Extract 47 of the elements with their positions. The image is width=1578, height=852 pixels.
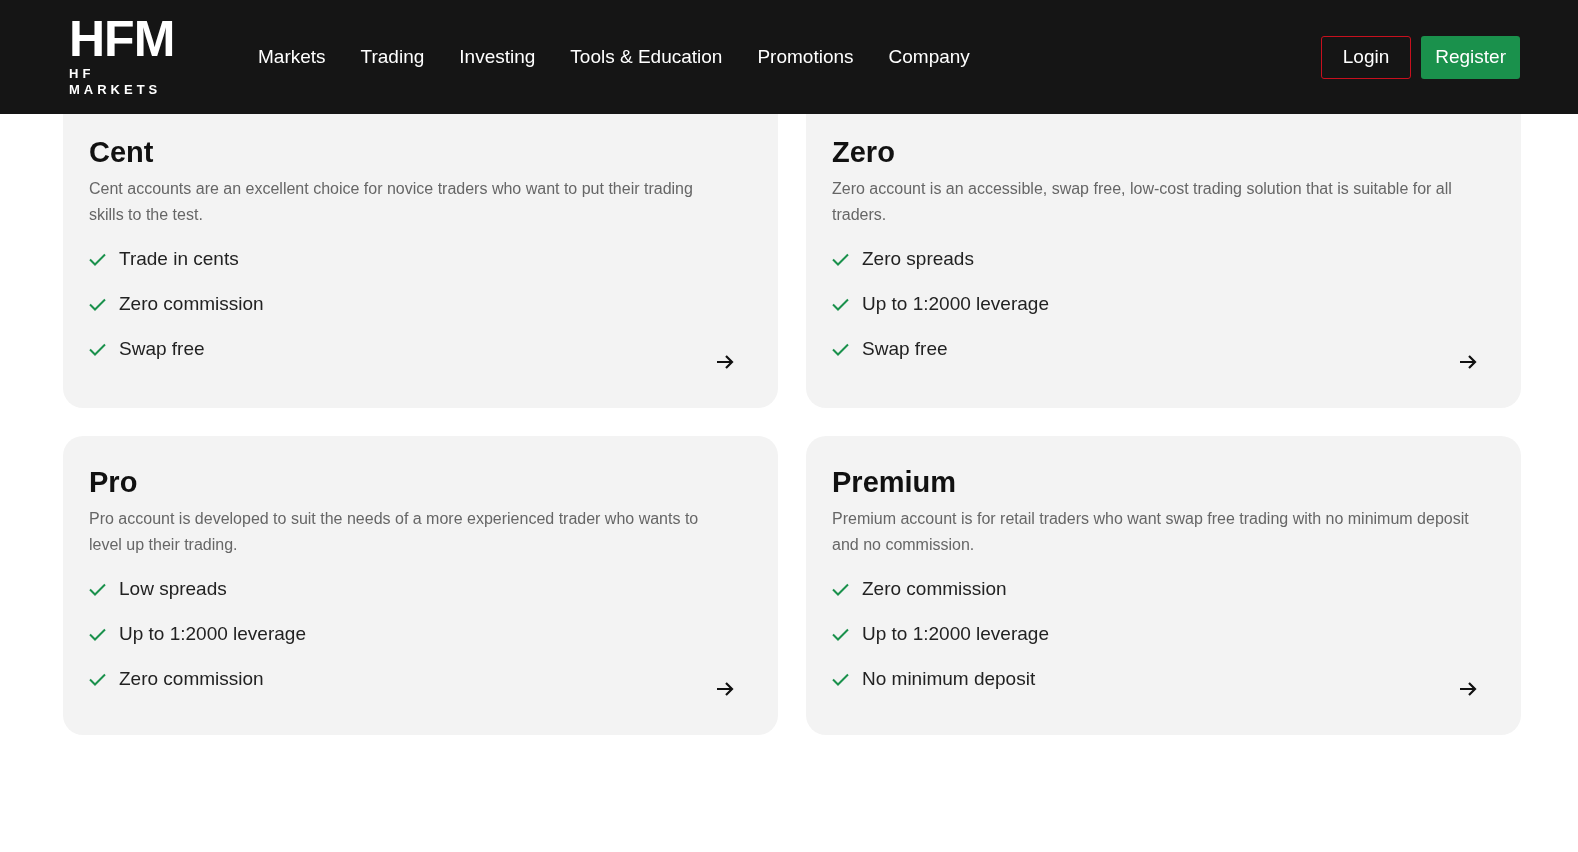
register-button[interactable]: Register	[1421, 35, 1520, 79]
nav-link[interactable]: Tools & Education	[570, 44, 723, 70]
check-icon	[89, 627, 106, 641]
card-title: Pro	[89, 465, 139, 500]
feature-text: Up to 1:2000 leverage	[862, 622, 1049, 646]
nav-link[interactable]: Investing	[459, 44, 536, 70]
check-icon	[89, 582, 106, 596]
login-button[interactable]: Login	[1320, 35, 1412, 79]
feature-text: Zero commission	[862, 577, 1007, 601]
feature-text: Low spreads	[119, 577, 227, 601]
arrow-right-icon[interactable]	[1459, 681, 1477, 697]
feature-text: No minimum deposit	[862, 667, 1036, 691]
nav-link[interactable]: Trading	[360, 44, 425, 70]
check-icon	[89, 342, 106, 356]
arrow-right-icon[interactable]	[1459, 354, 1477, 370]
check-icon	[89, 252, 106, 266]
check-icon	[832, 342, 849, 356]
feature-text: Zero spreads	[862, 247, 974, 271]
card-description: Zero account is an accessible, swap free, low-cost trading solution that is suitable for all traders.	[832, 179, 1453, 225]
check-icon	[832, 252, 849, 266]
check-icon	[89, 672, 106, 686]
feature-text: Up to 1:2000 leverage	[862, 292, 1049, 316]
logo-mark: HFM	[69, 16, 175, 62]
nav-link[interactable]: Promotions	[757, 44, 854, 70]
feature-text: Up to 1:2000 leverage	[119, 622, 306, 646]
check-icon	[89, 297, 106, 311]
card-title: Cent	[89, 135, 155, 170]
check-icon	[832, 672, 849, 686]
card-description: Cent accounts are an excellent choice for novice traders who want to put their trading skills to the test.	[89, 179, 694, 225]
arrow-right-icon[interactable]	[716, 354, 734, 370]
feature-text: Zero commission	[119, 292, 264, 316]
check-icon	[832, 582, 849, 596]
feature-text: Swap free	[119, 337, 205, 361]
logo[interactable]: HFM HF MARKETS	[69, 16, 191, 98]
check-icon	[832, 297, 849, 311]
feature-text: Swap free	[862, 337, 948, 361]
card-description: Premium account is for retail traders who want swap free trading with no minimum deposit and no commission.	[832, 509, 1470, 555]
arrow-right-icon[interactable]	[716, 681, 734, 697]
card-title: Premium	[832, 465, 958, 500]
nav-link[interactable]: Company	[888, 44, 970, 70]
card-title: Zero	[832, 135, 896, 170]
check-icon	[832, 627, 849, 641]
logo-wordmark: HF MARKETS	[69, 66, 163, 98]
feature-text: Trade in cents	[119, 247, 239, 271]
nav-link[interactable]: Markets	[258, 44, 326, 70]
card-description: Pro account is developed to suit the needs of a more experienced trader who wants to level up their trading.	[89, 509, 700, 555]
feature-text: Zero commission	[119, 667, 264, 691]
